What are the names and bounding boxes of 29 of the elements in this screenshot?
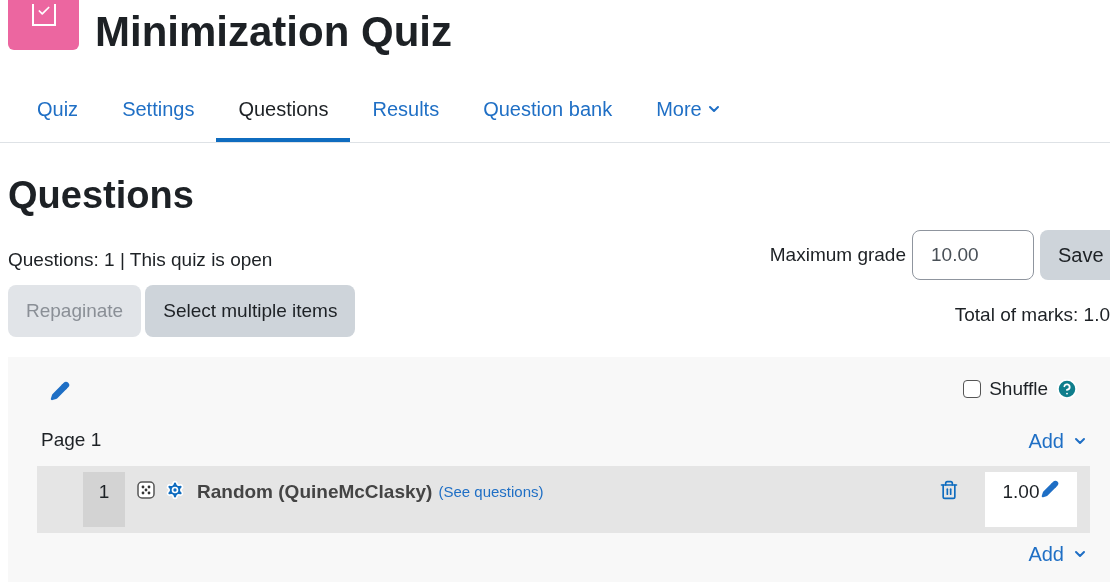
shuffle-label: Shuffle	[989, 377, 1048, 401]
section-heading: Questions	[7, 173, 195, 218]
page-title: Minimization Quiz	[95, 6, 452, 57]
dice-icon	[136, 479, 156, 500]
quiz-status-text: Questions: 1 | This quiz is open	[8, 247, 273, 272]
delete-icon[interactable]	[939, 479, 959, 500]
nav-tab[interactable]: Question bank	[461, 80, 635, 142]
question-name: Random (QuineMcClasky)	[197, 479, 433, 504]
question-mark: 1.00	[1002, 479, 1040, 504]
edit-icon[interactable]	[50, 381, 70, 401]
question-number: 1	[83, 471, 125, 527]
save-button[interactable]: Save	[1040, 230, 1110, 280]
add-link[interactable]: Add	[1028, 425, 1088, 456]
see-questions-link[interactable]: (See questions)	[438, 480, 544, 503]
max-grade-label: Maximum grade	[769, 242, 906, 267]
add-link[interactable]: Add	[1028, 538, 1088, 569]
shuffle-checkbox[interactable]	[963, 380, 982, 399]
nav-tab[interactable]: More	[634, 80, 744, 142]
nav-tab[interactable]: Settings	[100, 80, 217, 142]
nav-tab[interactable]: Quiz	[15, 80, 101, 142]
max-grade-field[interactable]: 10.00	[912, 230, 1034, 280]
help-icon[interactable]	[1056, 378, 1078, 401]
page-label: Page 1	[41, 428, 102, 453]
toolbar-button[interactable]: Select multiple items	[145, 285, 356, 337]
settings-icon[interactable]	[165, 479, 185, 500]
total-marks-text: Total of marks: 1.0	[954, 302, 1110, 327]
nav-tab[interactable]: Results	[350, 80, 462, 142]
nav-tab[interactable]: Questions	[216, 80, 351, 142]
edit-mark-icon[interactable]	[1041, 479, 1060, 498]
